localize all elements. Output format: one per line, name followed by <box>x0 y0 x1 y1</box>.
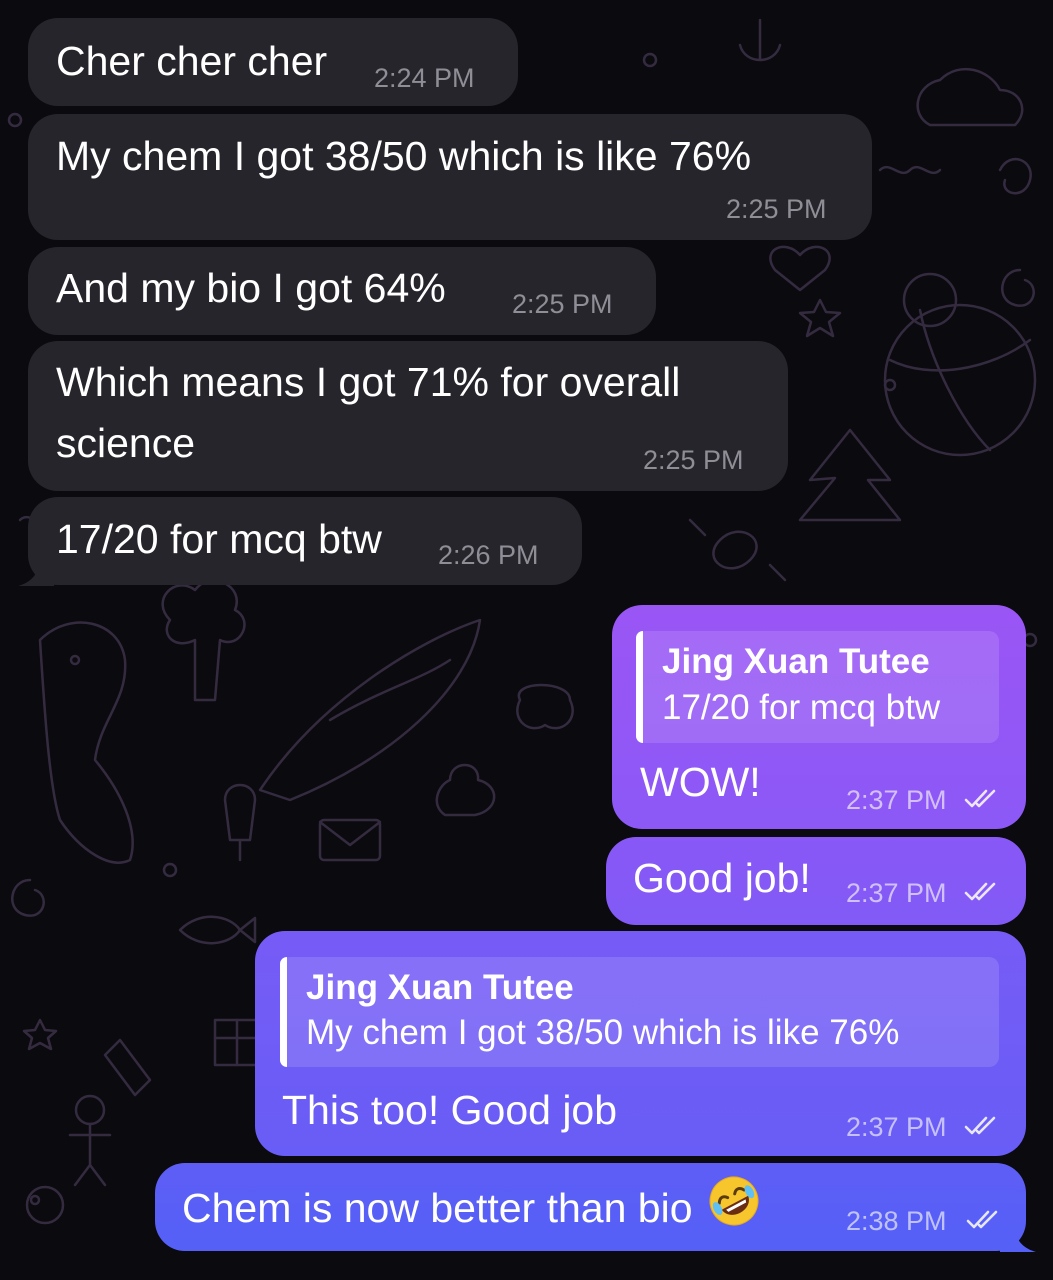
reply-quote-bar <box>280 957 287 1067</box>
message-text: WOW! <box>640 759 761 805</box>
message-timestamp: 2:26 PM <box>438 540 539 570</box>
reply-sender-name: Jing Xuan Tutee <box>306 968 574 1007</box>
message-bubble-outgoing[interactable]: Good job! 2:37 PM <box>606 837 1026 925</box>
message-bubble-outgoing[interactable]: Chem is now better than bio 2:38 PM <box>155 1163 1026 1251</box>
reply-quote[interactable]: Jing Xuan Tutee 17/20 for mcq btw <box>636 631 999 743</box>
message-bubble-incoming[interactable]: Which means I got 71% for overall scienc… <box>28 341 788 491</box>
message-bubble-incoming[interactable]: And my bio I got 64% 2:25 PM <box>28 247 656 335</box>
message-text: 17/20 for mcq btw <box>56 516 382 562</box>
rolling-on-floor-laughing-emoji-icon <box>709 1176 758 1226</box>
message-text: Good job! <box>633 855 811 901</box>
message-bubble-incoming[interactable]: Cher cher cher 2:24 PM <box>28 18 518 106</box>
double-check-icon <box>964 1116 996 1135</box>
double-check-icon <box>964 882 996 901</box>
message-text-row: Chem is now better than bio <box>182 1174 761 1239</box>
message-text: This too! Good job <box>282 1087 618 1133</box>
reply-sender-name: Jing Xuan Tutee <box>662 642 930 681</box>
double-check-icon <box>966 1210 998 1229</box>
message-timestamp: 2:37 PM <box>846 785 947 815</box>
message-timestamp: 2:38 PM <box>846 1206 947 1236</box>
message-text-line-2: science <box>56 420 196 466</box>
message-text: Chem is now better than bio <box>182 1185 693 1231</box>
message-text: Cher cher cher <box>56 38 328 84</box>
message-timestamp: 2:25 PM <box>512 289 613 319</box>
message-bubble-incoming[interactable]: 17/20 for mcq btw 2:26 PM <box>28 497 582 585</box>
message-bubble-outgoing[interactable]: Jing Xuan Tutee My chem I got 38/50 whic… <box>255 931 1026 1156</box>
message-bubble-incoming[interactable]: My chem I got 38/50 which is like 76% 2:… <box>28 114 872 240</box>
reply-quote[interactable]: Jing Xuan Tutee My chem I got 38/50 whic… <box>280 957 999 1067</box>
reply-quote-bar <box>636 631 643 743</box>
reply-quoted-text: 17/20 for mcq btw <box>662 688 941 727</box>
message-timestamp: 2:37 PM <box>846 878 947 908</box>
message-text-line-1: Which means I got 71% for overall <box>56 359 681 405</box>
message-text: And my bio I got 64% <box>56 265 446 311</box>
message-text: My chem I got 38/50 which is like 76% <box>56 133 752 179</box>
message-bubble-outgoing[interactable]: Jing Xuan Tutee 17/20 for mcq btw WOW! 2… <box>612 605 1026 829</box>
message-timestamp: 2:25 PM <box>643 445 744 475</box>
message-timestamp: 2:37 PM <box>846 1112 947 1142</box>
message-timestamp: 2:25 PM <box>726 194 827 224</box>
double-check-icon <box>964 789 996 808</box>
message-timestamp: 2:24 PM <box>374 63 475 93</box>
reply-quoted-text: My chem I got 38/50 which is like 76% <box>306 1013 900 1052</box>
